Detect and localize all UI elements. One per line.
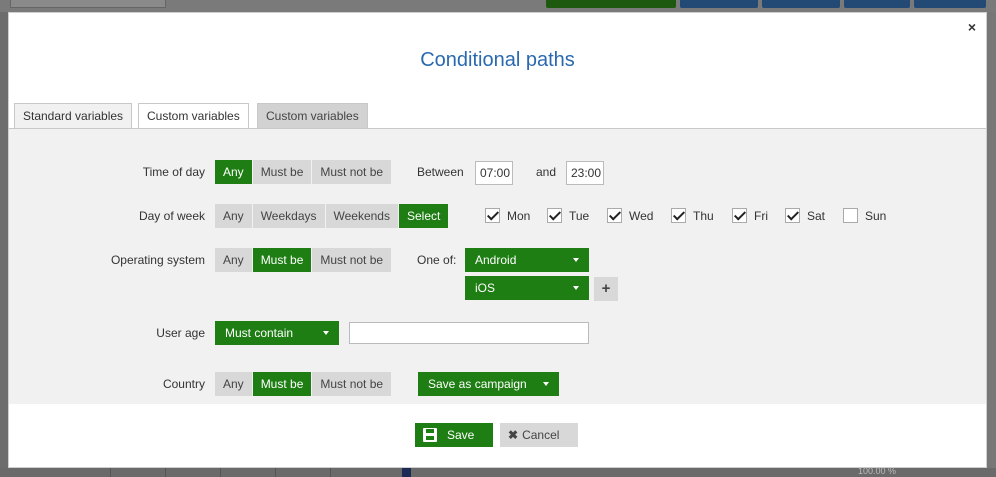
tab-custom-variables[interactable]: Custom variables [138, 103, 249, 129]
cancel-button[interactable]: ✖ Cancel [500, 423, 578, 447]
day-of-week-toggle: Any Weekdays Weekends Select [215, 204, 449, 228]
one-of-label: One of: [417, 253, 457, 267]
os-select-ios[interactable]: iOS [465, 276, 589, 300]
background-export-button [914, 0, 986, 8]
day-label: Sun [865, 208, 887, 223]
day-of-week-weekends-option[interactable]: Weekends [325, 204, 399, 228]
day-label: Mon [507, 208, 531, 223]
day-label: Thu [693, 208, 714, 223]
time-of-day-must-be-option[interactable]: Must be [252, 160, 313, 184]
checkbox-unchecked-icon [843, 208, 858, 223]
background-scroll-area [986, 12, 996, 468]
background-table-footer [0, 468, 996, 477]
day-checkbox-sun[interactable]: Sun [843, 208, 886, 223]
caret-down-icon [543, 382, 549, 386]
day-label: Fri [754, 208, 768, 223]
day-checkbox-sat[interactable]: Sat [785, 208, 825, 223]
tab-standard-variables[interactable]: Standard variables [14, 103, 133, 130]
day-of-week-label: Day of week [138, 209, 205, 223]
day-of-week-select-option[interactable]: Select [398, 204, 449, 228]
day-checkbox-fri[interactable]: Fri [732, 208, 768, 223]
background-delete-button [762, 0, 840, 8]
and-label: and [536, 165, 557, 179]
background-edit-button [680, 0, 758, 8]
country-any-option[interactable]: Any [215, 372, 253, 396]
day-checkbox-thu[interactable]: Thu [671, 208, 714, 223]
start-time-input[interactable]: 07:00 [475, 161, 513, 185]
os-select-android[interactable]: Android [465, 248, 589, 272]
country-must-not-be-option[interactable]: Must not be [312, 372, 392, 396]
time-of-day-any-option[interactable]: Any [215, 160, 253, 184]
checkbox-checked-icon [732, 208, 747, 223]
checkbox-checked-icon [785, 208, 800, 223]
end-time-input[interactable]: 23:00 [566, 161, 604, 185]
checkbox-checked-icon [485, 208, 500, 223]
os-select-value: Android [475, 253, 517, 267]
time-of-day-must-not-be-option[interactable]: Must not be [312, 160, 392, 184]
day-of-week-any-option[interactable]: Any [215, 204, 253, 228]
save-button-label: Save [447, 428, 475, 442]
user-age-operator-select[interactable]: Must contain [215, 321, 339, 345]
between-label: Between [417, 165, 464, 179]
close-icon: ✖ [508, 428, 519, 442]
country-toggle: Any Must be Must not be [215, 372, 392, 396]
day-checkbox-wed[interactable]: Wed [607, 208, 653, 223]
day-label: Tue [569, 208, 590, 223]
country-label: Country [162, 377, 205, 391]
dialog-title: Conditional paths [420, 49, 575, 71]
day-label: Sat [807, 208, 826, 223]
time-of-day-toggle: Any Must be Must not be [215, 160, 392, 184]
time-of-day-label: Time of day [142, 165, 205, 179]
floppy-disk-icon [423, 428, 437, 442]
save-button[interactable]: Save [415, 423, 493, 447]
user-age-operator-value: Must contain [225, 326, 294, 340]
background-zoom-readout: 100.00 % [858, 466, 897, 476]
tab-custom-variables-disabled[interactable]: Custom variables [257, 103, 368, 129]
operating-system-any-option[interactable]: Any [215, 248, 253, 272]
background-view-button [844, 0, 910, 8]
operating-system-must-not-be-option[interactable]: Must not be [312, 248, 392, 272]
operating-system-toggle: Any Must be Must not be [215, 248, 392, 272]
checkbox-checked-icon [671, 208, 686, 223]
save-as-campaign-dropdown[interactable]: Save as campaign [418, 372, 559, 396]
caret-down-icon [573, 286, 579, 290]
conditions-panel: Time of day Any Must be Must not be Betw… [9, 129, 986, 404]
conditional-paths-dialog: × Conditional paths Standard variables C… [8, 12, 987, 468]
background-search-input [10, 0, 166, 8]
day-label: Wed [629, 208, 654, 223]
day-of-week-weekdays-option[interactable]: Weekdays [252, 204, 326, 228]
operating-system-must-be-option[interactable]: Must be [252, 248, 313, 272]
checkbox-checked-icon [547, 208, 562, 223]
country-must-be-option[interactable]: Must be [252, 372, 313, 396]
background-new-campaign-button [546, 0, 676, 8]
caret-down-icon [573, 258, 579, 262]
save-as-campaign-label: Save as campaign [428, 377, 527, 391]
user-age-value-input[interactable] [349, 322, 589, 344]
operating-system-label: Operating system [110, 253, 205, 267]
os-select-value: iOS [475, 281, 496, 295]
close-icon[interactable]: × [968, 19, 976, 35]
add-os-button[interactable]: + [594, 277, 618, 301]
day-checkbox-tue[interactable]: Tue [547, 208, 589, 223]
user-age-label: User age [156, 326, 205, 340]
checkbox-checked-icon [607, 208, 622, 223]
caret-down-icon [323, 331, 329, 335]
cancel-button-label: Cancel [522, 428, 560, 442]
day-checkbox-mon[interactable]: Mon [485, 208, 530, 223]
